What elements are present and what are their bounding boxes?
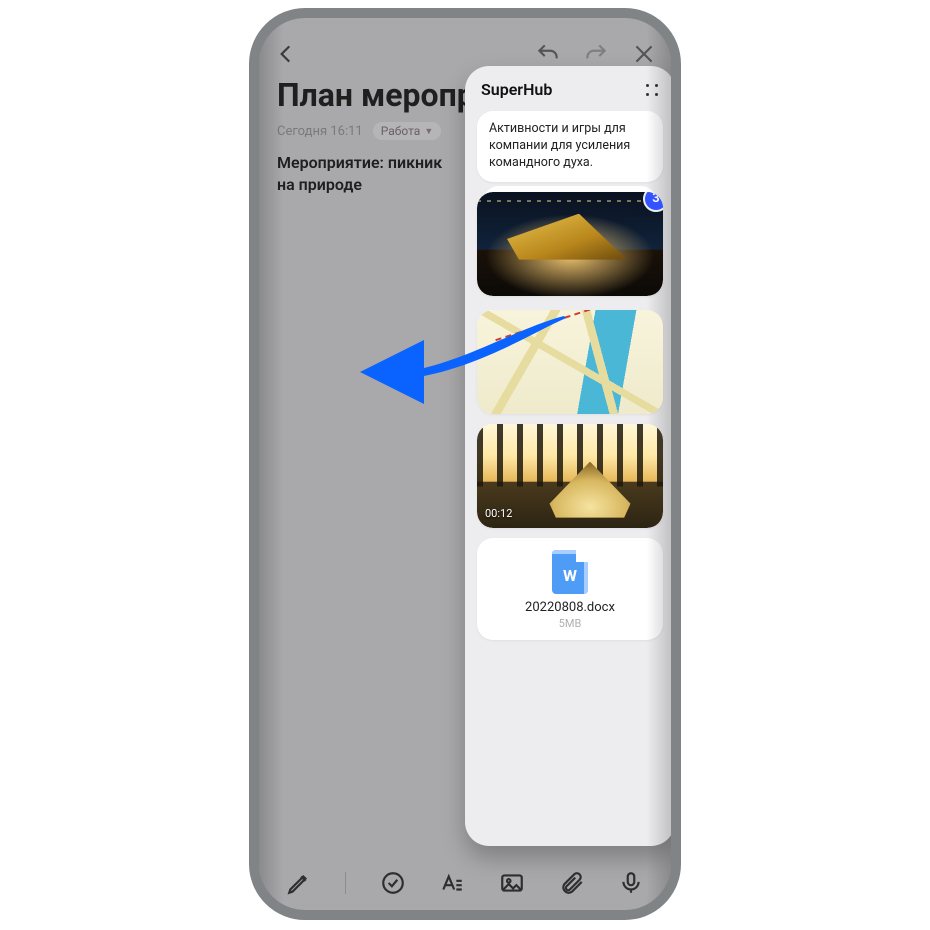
- chevron-down-icon: ▼: [424, 126, 433, 137]
- note-timestamp: Сегодня 16:11: [277, 124, 363, 139]
- superhub-title: SuperHub: [481, 80, 552, 99]
- image-icon[interactable]: [499, 870, 525, 896]
- toolbar-separator: [345, 872, 346, 894]
- text-style-icon[interactable]: [439, 870, 465, 896]
- hub-item-image-stack[interactable]: 3: [477, 192, 663, 296]
- hub-item-text[interactable]: Активности и игры для компании для усиле…: [477, 111, 663, 182]
- file-size: 5MB: [485, 617, 655, 630]
- drag-handle-icon[interactable]: [645, 83, 659, 97]
- hub-item-map[interactable]: [477, 310, 663, 414]
- check-circle-icon[interactable]: [380, 870, 406, 896]
- back-icon[interactable]: [273, 41, 299, 67]
- note-body[interactable]: Мероприятие: пикник на природе: [277, 152, 461, 195]
- note-meta: Сегодня 16:11 Работа ▼: [277, 122, 441, 140]
- category-label: Работа: [381, 124, 421, 138]
- file-name: 20220808.docx: [485, 600, 655, 615]
- hub-item-video[interactable]: 00:12: [477, 424, 663, 528]
- hub-image-night: [477, 192, 663, 296]
- superhub-header: SuperHub: [477, 80, 663, 99]
- attach-icon[interactable]: [559, 870, 585, 896]
- video-duration: 00:12: [485, 507, 512, 520]
- undo-icon[interactable]: [535, 41, 561, 67]
- hub-text-content: Активности и игры для компании для усиле…: [489, 121, 630, 170]
- redo-icon[interactable]: [583, 41, 609, 67]
- mic-icon[interactable]: [618, 870, 644, 896]
- category-chip[interactable]: Работа ▼: [373, 122, 442, 140]
- word-file-icon: [552, 550, 588, 594]
- close-icon[interactable]: [631, 41, 657, 67]
- map-route-line: [495, 310, 625, 387]
- superhub-panel[interactable]: SuperHub Активности и игры для компании …: [465, 66, 675, 846]
- pen-icon[interactable]: [286, 870, 312, 896]
- screen: План меропр Сегодня 16:11 Работа ▼ Мероп…: [259, 18, 671, 910]
- bottom-toolbar: [259, 870, 671, 896]
- phone-frame: План меропр Сегодня 16:11 Работа ▼ Мероп…: [249, 8, 681, 920]
- hub-item-file[interactable]: 20220808.docx 5MB: [477, 538, 663, 640]
- hub-map-scene: [477, 310, 663, 414]
